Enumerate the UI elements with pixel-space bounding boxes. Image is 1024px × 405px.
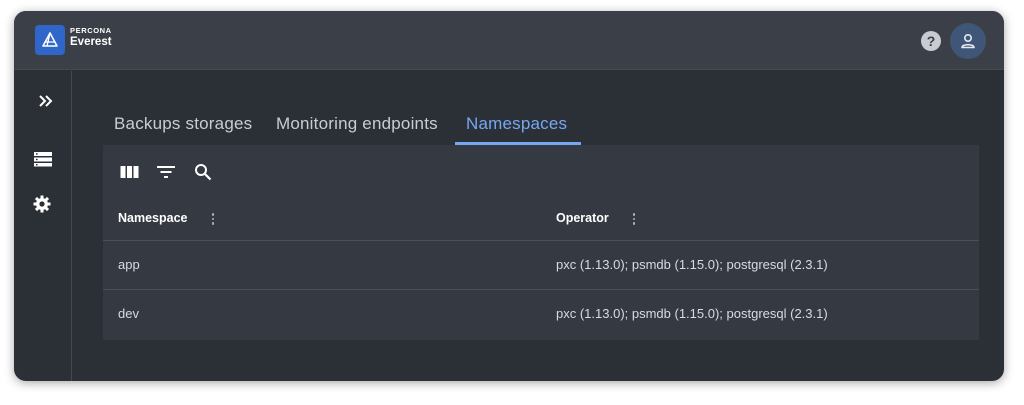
brand-name: PERCONA [70,26,112,35]
namespaces-table: Namespace Operator app pxc (1.13.0); psm… [103,145,979,340]
columns-icon[interactable] [118,161,140,183]
help-icon[interactable]: ? [921,31,941,51]
filter-icon[interactable] [155,161,177,183]
namespace-cell: app [118,257,140,272]
top-bar: PERCONA Everest ? [14,11,1004,70]
percona-logo-icon[interactable] [35,25,65,55]
search-icon[interactable] [192,161,214,183]
app-window: PERCONA Everest ? Backups storages Monit… [14,11,1004,381]
tab-monitoring-endpoints[interactable]: Monitoring endpoints [276,103,438,145]
sidebar [14,71,72,381]
column-menu-icon[interactable] [208,211,218,227]
header-divider [103,240,979,241]
product-name: Everest [70,35,112,48]
user-icon [961,33,975,49]
column-header-namespace[interactable]: Namespace [118,211,188,225]
tab-namespaces[interactable]: Namespaces [466,103,567,145]
database-list-icon[interactable] [31,147,55,171]
tab-backups-storages[interactable]: Backups storages [114,103,252,145]
namespace-cell: dev [118,306,139,321]
user-avatar-button[interactable] [950,23,986,59]
double-chevron-right-icon[interactable] [34,89,58,113]
operator-cell: pxc (1.13.0); psmdb (1.15.0); postgresql… [556,257,828,272]
row-divider [103,289,979,290]
operator-cell: pxc (1.13.0); psmdb (1.15.0); postgresql… [556,306,828,321]
gear-icon[interactable] [30,192,54,216]
logo-text[interactable]: PERCONA Everest [70,27,112,48]
column-menu-icon[interactable] [629,211,639,227]
column-header-operator[interactable]: Operator [556,211,609,225]
